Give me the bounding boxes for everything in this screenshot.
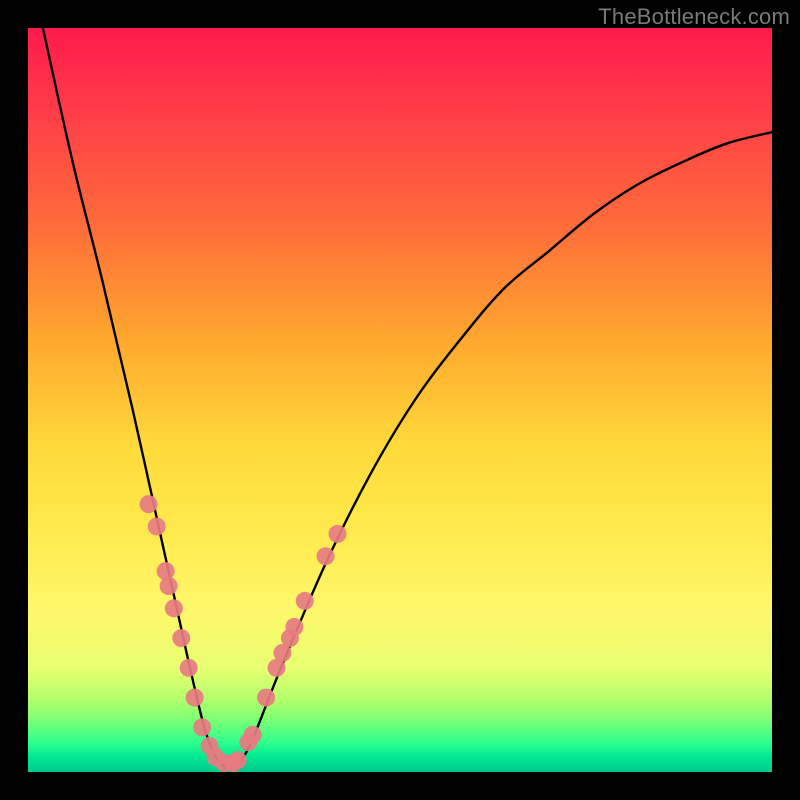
- curve-marker: [257, 689, 275, 707]
- curve-marker: [160, 577, 178, 595]
- chart-svg: [28, 28, 772, 772]
- bottleneck-curve-path: [43, 28, 772, 768]
- watermark-text: TheBottleneck.com: [598, 4, 790, 30]
- curve-marker: [148, 517, 166, 535]
- curve-marker: [186, 689, 204, 707]
- curve-marker: [165, 599, 183, 617]
- curve-marker: [193, 718, 211, 736]
- curve-marker: [172, 629, 190, 647]
- curve-marker: [329, 525, 347, 543]
- curve-marker: [317, 547, 335, 565]
- curve-marker: [229, 751, 247, 769]
- curve-marker: [180, 659, 198, 677]
- curve-marker: [296, 592, 314, 610]
- curve-marker: [244, 726, 262, 744]
- bottleneck-curve: [43, 28, 772, 768]
- curve-marker: [140, 495, 158, 513]
- curve-markers: [140, 495, 347, 772]
- curve-marker: [157, 562, 175, 580]
- chart-frame: TheBottleneck.com: [0, 0, 800, 800]
- curve-marker: [285, 618, 303, 636]
- plot-area: [28, 28, 772, 772]
